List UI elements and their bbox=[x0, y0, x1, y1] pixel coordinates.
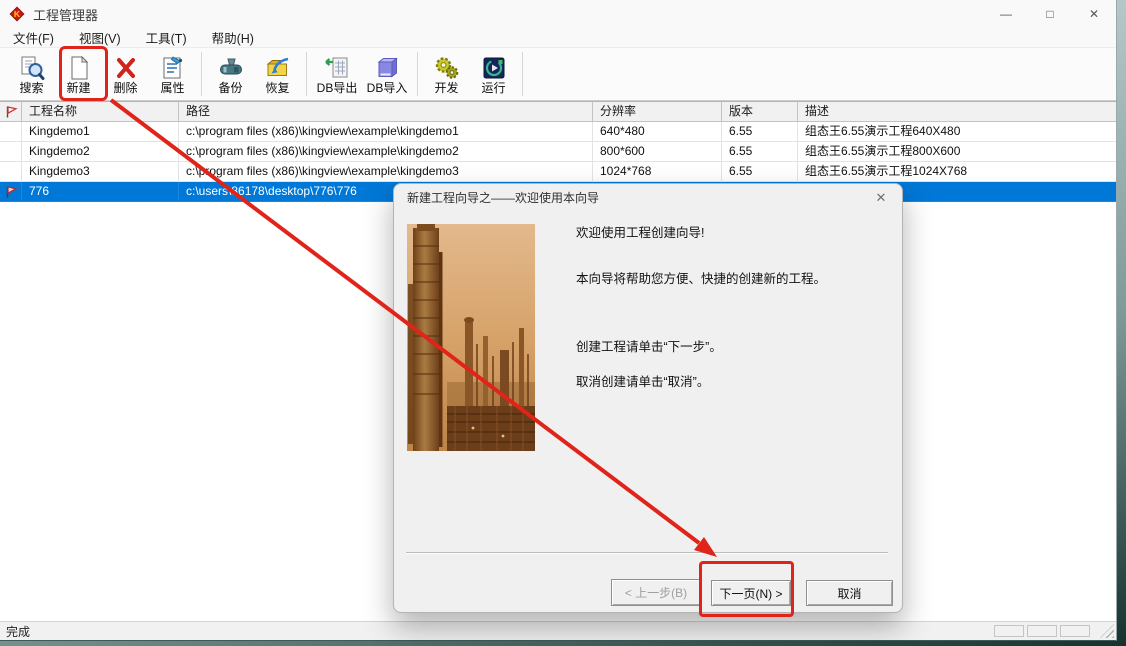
row-name: Kingdemo3 bbox=[22, 162, 179, 182]
app-logo-icon: K bbox=[9, 6, 25, 22]
desktop-background: K 工程管理器 — □ ✕ 文件(F) 视图(V) 工具(T) 帮助(H) bbox=[0, 0, 1126, 646]
maximize-button[interactable]: □ bbox=[1028, 0, 1072, 28]
toolbar-new-button[interactable]: 新建 bbox=[55, 52, 102, 96]
window-title: 工程管理器 bbox=[33, 5, 98, 24]
row-name: Kingdemo2 bbox=[22, 142, 179, 162]
new-document-icon bbox=[66, 52, 92, 81]
backup-icon bbox=[218, 52, 244, 81]
minimize-button[interactable]: — bbox=[984, 0, 1028, 28]
wizard-next-hint-text: 创建工程请单击“下一步”。 bbox=[576, 336, 722, 355]
flag-icon bbox=[4, 105, 18, 119]
status-panel bbox=[1060, 625, 1090, 637]
header-resolution[interactable]: 分辨率 bbox=[593, 102, 722, 122]
toolbar-separator bbox=[417, 52, 418, 96]
header-version[interactable]: 版本 bbox=[722, 102, 798, 122]
row-name: Kingdemo1 bbox=[22, 122, 179, 142]
header-flag-cell[interactable] bbox=[0, 102, 22, 122]
close-button[interactable]: ✕ bbox=[1072, 0, 1116, 28]
toolbar-db-import-button[interactable]: DB导入 bbox=[362, 52, 412, 96]
status-panel bbox=[1027, 625, 1057, 637]
develop-icon bbox=[434, 52, 460, 81]
toolbar-run-label: 运行 bbox=[481, 81, 505, 96]
statusbar: 完成 bbox=[0, 621, 1116, 640]
toolbar-db-export-button[interactable]: DB导出 bbox=[312, 52, 362, 96]
row-path: c:\program files (x86)\kingview\example\… bbox=[179, 142, 593, 162]
row-flag-cell bbox=[0, 162, 22, 182]
row-flag-cell bbox=[0, 122, 22, 142]
cancel-button[interactable]: 取消 bbox=[806, 580, 893, 606]
db-import-icon bbox=[374, 52, 400, 81]
toolbar-develop-button[interactable]: 开发 bbox=[423, 52, 470, 96]
new-project-wizard-dialog: 新建工程向导之——欢迎使用本向导 ✕ bbox=[393, 183, 903, 613]
wizard-refinery-image bbox=[407, 224, 535, 451]
toolbar-db-import-label: DB导入 bbox=[367, 81, 408, 96]
row-flag-cell bbox=[0, 182, 22, 202]
toolbar-properties-button[interactable]: 属性 bbox=[149, 52, 196, 96]
wizard-cancel-hint-text: 取消创建请单击“取消”。 bbox=[576, 371, 709, 390]
toolbar-properties-label: 属性 bbox=[160, 81, 184, 96]
toolbar-run-button[interactable]: 运行 bbox=[470, 52, 517, 96]
toolbar-separator bbox=[201, 52, 202, 96]
row-version: 6.55 bbox=[722, 162, 798, 182]
toolbar-restore-label: 恢复 bbox=[265, 81, 289, 96]
row-name: 776 bbox=[22, 182, 179, 202]
menu-help[interactable]: 帮助(H) bbox=[203, 28, 263, 47]
toolbar-search-label: 搜索 bbox=[19, 81, 43, 96]
run-icon bbox=[481, 52, 507, 81]
titlebar: K 工程管理器 — □ ✕ bbox=[0, 0, 1116, 28]
row-version: 6.55 bbox=[722, 122, 798, 142]
table-row[interactable]: Kingdemo1 c:\program files (x86)\kingvie… bbox=[0, 122, 1116, 142]
row-version: 6.55 bbox=[722, 142, 798, 162]
header-name[interactable]: 工程名称 bbox=[22, 102, 179, 122]
menu-tools[interactable]: 工具(T) bbox=[137, 28, 196, 47]
row-resolution: 1024*768 bbox=[593, 162, 722, 182]
status-text: 完成 bbox=[6, 623, 30, 640]
toolbar-delete-label: 删除 bbox=[113, 81, 137, 96]
flag-icon bbox=[4, 185, 18, 199]
toolbar-backup-button[interactable]: 备份 bbox=[207, 52, 254, 96]
dialog-separator bbox=[406, 552, 888, 554]
header-path[interactable]: 路径 bbox=[179, 102, 593, 122]
restore-icon bbox=[265, 52, 291, 81]
back-button: < 上一步(B) bbox=[611, 579, 701, 606]
menubar: 文件(F) 视图(V) 工具(T) 帮助(H) bbox=[0, 28, 1116, 47]
delete-icon bbox=[113, 52, 139, 81]
wizard-welcome-text: 欢迎使用工程创建向导! bbox=[576, 222, 704, 241]
header-description[interactable]: 描述 bbox=[798, 102, 1116, 122]
toolbar-develop-label: 开发 bbox=[434, 81, 458, 96]
toolbar-backup-label: 备份 bbox=[218, 81, 242, 96]
row-path: c:\program files (x86)\kingview\example\… bbox=[179, 122, 593, 142]
toolbar-separator bbox=[306, 52, 307, 96]
status-panels bbox=[994, 625, 1110, 637]
dialog-close-icon[interactable]: ✕ bbox=[871, 189, 891, 207]
toolbar-db-export-label: DB导出 bbox=[317, 81, 358, 96]
next-button[interactable]: 下一页(N) > bbox=[711, 580, 791, 606]
row-description: 组态王6.55演示工程640X480 bbox=[798, 122, 1116, 142]
menu-view[interactable]: 视图(V) bbox=[70, 28, 130, 47]
row-resolution: 640*480 bbox=[593, 122, 722, 142]
menu-file[interactable]: 文件(F) bbox=[4, 28, 63, 47]
row-description: 组态王6.55演示工程800X600 bbox=[798, 142, 1116, 162]
row-resolution: 800*600 bbox=[593, 142, 722, 162]
dialog-title: 新建工程向导之——欢迎使用本向导 bbox=[394, 184, 902, 211]
list-header: 工程名称 路径 分辨率 版本 描述 bbox=[0, 102, 1116, 122]
status-panel bbox=[994, 625, 1024, 637]
db-export-icon bbox=[324, 52, 350, 81]
row-flag-cell bbox=[0, 142, 22, 162]
search-icon bbox=[19, 52, 45, 81]
svg-text:K: K bbox=[14, 9, 21, 19]
toolbar-search-button[interactable]: 搜索 bbox=[8, 52, 55, 96]
properties-icon bbox=[160, 52, 186, 81]
row-description: 组态王6.55演示工程1024X768 bbox=[798, 162, 1116, 182]
toolbar-new-label: 新建 bbox=[66, 81, 90, 96]
toolbar-delete-button[interactable]: 删除 bbox=[102, 52, 149, 96]
toolbar: 搜索 新建 删除 bbox=[0, 47, 1116, 101]
wizard-help-text: 本向导将帮助您方便、快捷的创建新的工程。 bbox=[576, 268, 826, 287]
toolbar-restore-button[interactable]: 恢复 bbox=[254, 52, 301, 96]
table-row[interactable]: Kingdemo3 c:\program files (x86)\kingvie… bbox=[0, 162, 1116, 182]
row-path: c:\program files (x86)\kingview\example\… bbox=[179, 162, 593, 182]
toolbar-separator bbox=[522, 52, 523, 96]
table-row[interactable]: Kingdemo2 c:\program files (x86)\kingvie… bbox=[0, 142, 1116, 162]
